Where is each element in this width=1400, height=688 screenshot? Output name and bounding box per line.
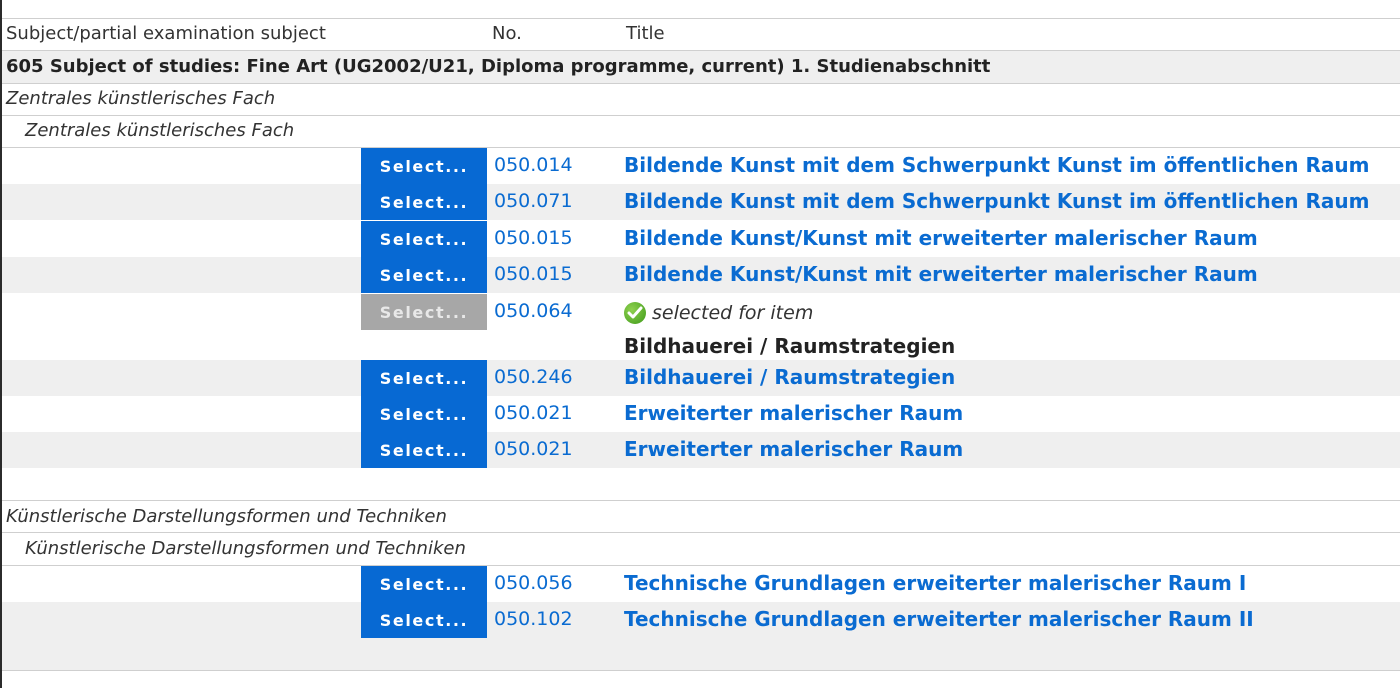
course-title-link[interactable]: Erweiterter malerischer Raum [624, 401, 963, 425]
table-row: Select... 050.102 Technische Grundlagen … [2, 602, 1400, 638]
course-title-link[interactable]: Bildende Kunst mit dem Schwerpunkt Kunst… [624, 153, 1369, 177]
select-button[interactable]: Select... [361, 221, 487, 257]
table-row: Select... 050.056 Technische Grundlagen … [2, 566, 1400, 602]
group-divider [2, 532, 1400, 533]
selected-status-text: selected for item [652, 302, 814, 324]
table-footer-band [2, 638, 1400, 670]
table-top-border [2, 18, 1400, 19]
select-button[interactable]: Select... [361, 257, 487, 293]
check-circle-icon [624, 302, 646, 324]
table-row: Select... 050.014 Bildende Kunst mit dem… [2, 148, 1400, 184]
course-title: Bildhauerei / Raumstrategien [624, 334, 956, 358]
column-header-title: Title [626, 23, 665, 44]
select-button[interactable]: Select... [361, 360, 487, 396]
section-title: 605 Subject of studies: Fine Art (UG2002… [6, 56, 991, 77]
select-button[interactable]: Select... [361, 148, 487, 184]
select-button-disabled: Select... [361, 294, 487, 330]
course-number: 050.056 [494, 572, 573, 594]
course-number: 050.015 [494, 227, 573, 249]
table-row: Select... 050.021 Erweiterter malerische… [2, 432, 1400, 468]
course-number: 050.064 [494, 300, 573, 322]
course-number: 050.021 [494, 438, 573, 460]
group-label: Künstlerische Darstellungsformen und Tec… [6, 506, 447, 527]
course-number: 050.014 [494, 154, 573, 176]
course-number: 050.071 [494, 190, 573, 212]
group-divider [2, 115, 1400, 116]
course-title-link[interactable]: Bildende Kunst mit dem Schwerpunkt Kunst… [624, 189, 1369, 213]
course-title-link[interactable]: Technische Grundlagen erweiterter maleri… [624, 571, 1246, 595]
select-button[interactable]: Select... [361, 184, 487, 220]
section-divider [2, 83, 1400, 84]
select-button[interactable]: Select... [361, 566, 487, 602]
table-row: Select... 050.071 Bildende Kunst mit dem… [2, 184, 1400, 220]
column-header-no: No. [492, 23, 522, 44]
course-number: 050.015 [494, 263, 573, 285]
table-row: Select... 050.015 Bildende Kunst/Kunst m… [2, 221, 1400, 257]
group-top-border [2, 500, 1400, 501]
course-title-link[interactable]: Bildende Kunst/Kunst mit erweiterter mal… [624, 226, 1258, 250]
course-number: 050.102 [494, 608, 573, 630]
table-row: Select... 050.246 Bildhauerei / Raumstra… [2, 360, 1400, 396]
header-divider [2, 50, 1400, 51]
select-button[interactable]: Select... [361, 602, 487, 638]
course-title-link[interactable]: Technische Grundlagen erweiterter maleri… [624, 607, 1254, 631]
course-number: 050.246 [494, 366, 573, 388]
table-bottom-border [2, 670, 1400, 671]
table-row: Select... 050.021 Erweiterter malerische… [2, 396, 1400, 432]
course-title-link[interactable]: Bildende Kunst/Kunst mit erweiterter mal… [624, 262, 1258, 286]
select-button[interactable]: Select... [361, 432, 487, 468]
table-row: Select... 050.015 Bildende Kunst/Kunst m… [2, 257, 1400, 293]
course-title-link[interactable]: Erweiterter malerischer Raum [624, 437, 963, 461]
select-button[interactable]: Select... [361, 396, 487, 432]
table-row-selected: Select... 050.064 selected for item Bild… [2, 294, 1400, 360]
selected-status: selected for item [624, 302, 813, 324]
group-label: Zentrales künstlerisches Fach [6, 88, 276, 109]
course-title-link[interactable]: Bildhauerei / Raumstrategien [624, 365, 955, 389]
course-number: 050.021 [494, 402, 573, 424]
column-header-subject: Subject/partial examination subject [6, 23, 326, 44]
subgroup-label: Zentrales künstlerisches Fach [25, 120, 295, 141]
subgroup-label: Künstlerische Darstellungsformen und Tec… [25, 538, 466, 559]
